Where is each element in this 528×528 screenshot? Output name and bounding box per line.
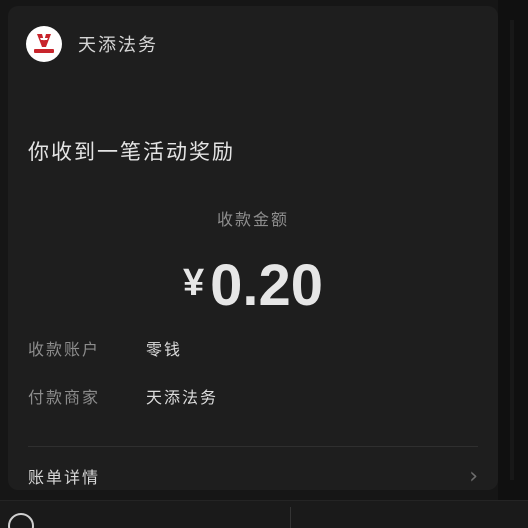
merchant-header[interactable]: 天添法务 xyxy=(26,26,158,62)
detail-label: 付款商家 xyxy=(28,388,101,407)
keyboard-toggle-icon[interactable] xyxy=(8,513,34,528)
amount-value: 0.20 xyxy=(210,253,324,318)
merchant-avatar[interactable] xyxy=(26,26,62,62)
bottom-menu-item[interactable] xyxy=(120,515,216,528)
scrollbar-thumb[interactable] xyxy=(510,20,514,480)
amount-label: 收款金额 xyxy=(216,210,289,229)
scrollbar-track[interactable] xyxy=(498,0,528,528)
bottom-menu-separator xyxy=(290,507,291,528)
bottom-menu-bar xyxy=(0,500,528,528)
merchant-name: 天添法务 xyxy=(78,35,158,56)
chevron-right-icon: › xyxy=(469,463,478,489)
wechat-payment-notification: 天添法务 你收到一笔活动奖励 收款金额 ¥0.20 收款账户 零钱 付款商家 天… xyxy=(0,0,528,528)
payment-card: 天添法务 你收到一笔活动奖励 收款金额 ¥0.20 收款账户 零钱 付款商家 天… xyxy=(8,6,498,490)
detail-label: 收款账户 xyxy=(28,340,101,359)
notification-headline: 你收到一笔活动奖励 xyxy=(28,140,235,164)
bill-details-label: 账单详情 xyxy=(28,468,101,487)
divider xyxy=(28,446,478,447)
detail-row-payer-merchant: 付款商家 天添法务 xyxy=(28,384,218,408)
bottom-menu-item[interactable] xyxy=(360,515,456,528)
merchant-logo-icon xyxy=(34,34,54,53)
bill-details-link[interactable]: 账单详情 › xyxy=(28,458,478,494)
detail-row-receiving-account: 收款账户 零钱 xyxy=(28,336,182,360)
detail-value: 天添法务 xyxy=(146,388,219,407)
amount-display: ¥0.20 xyxy=(8,252,498,319)
detail-value: 零钱 xyxy=(146,340,183,359)
currency-symbol: ¥ xyxy=(182,262,205,304)
